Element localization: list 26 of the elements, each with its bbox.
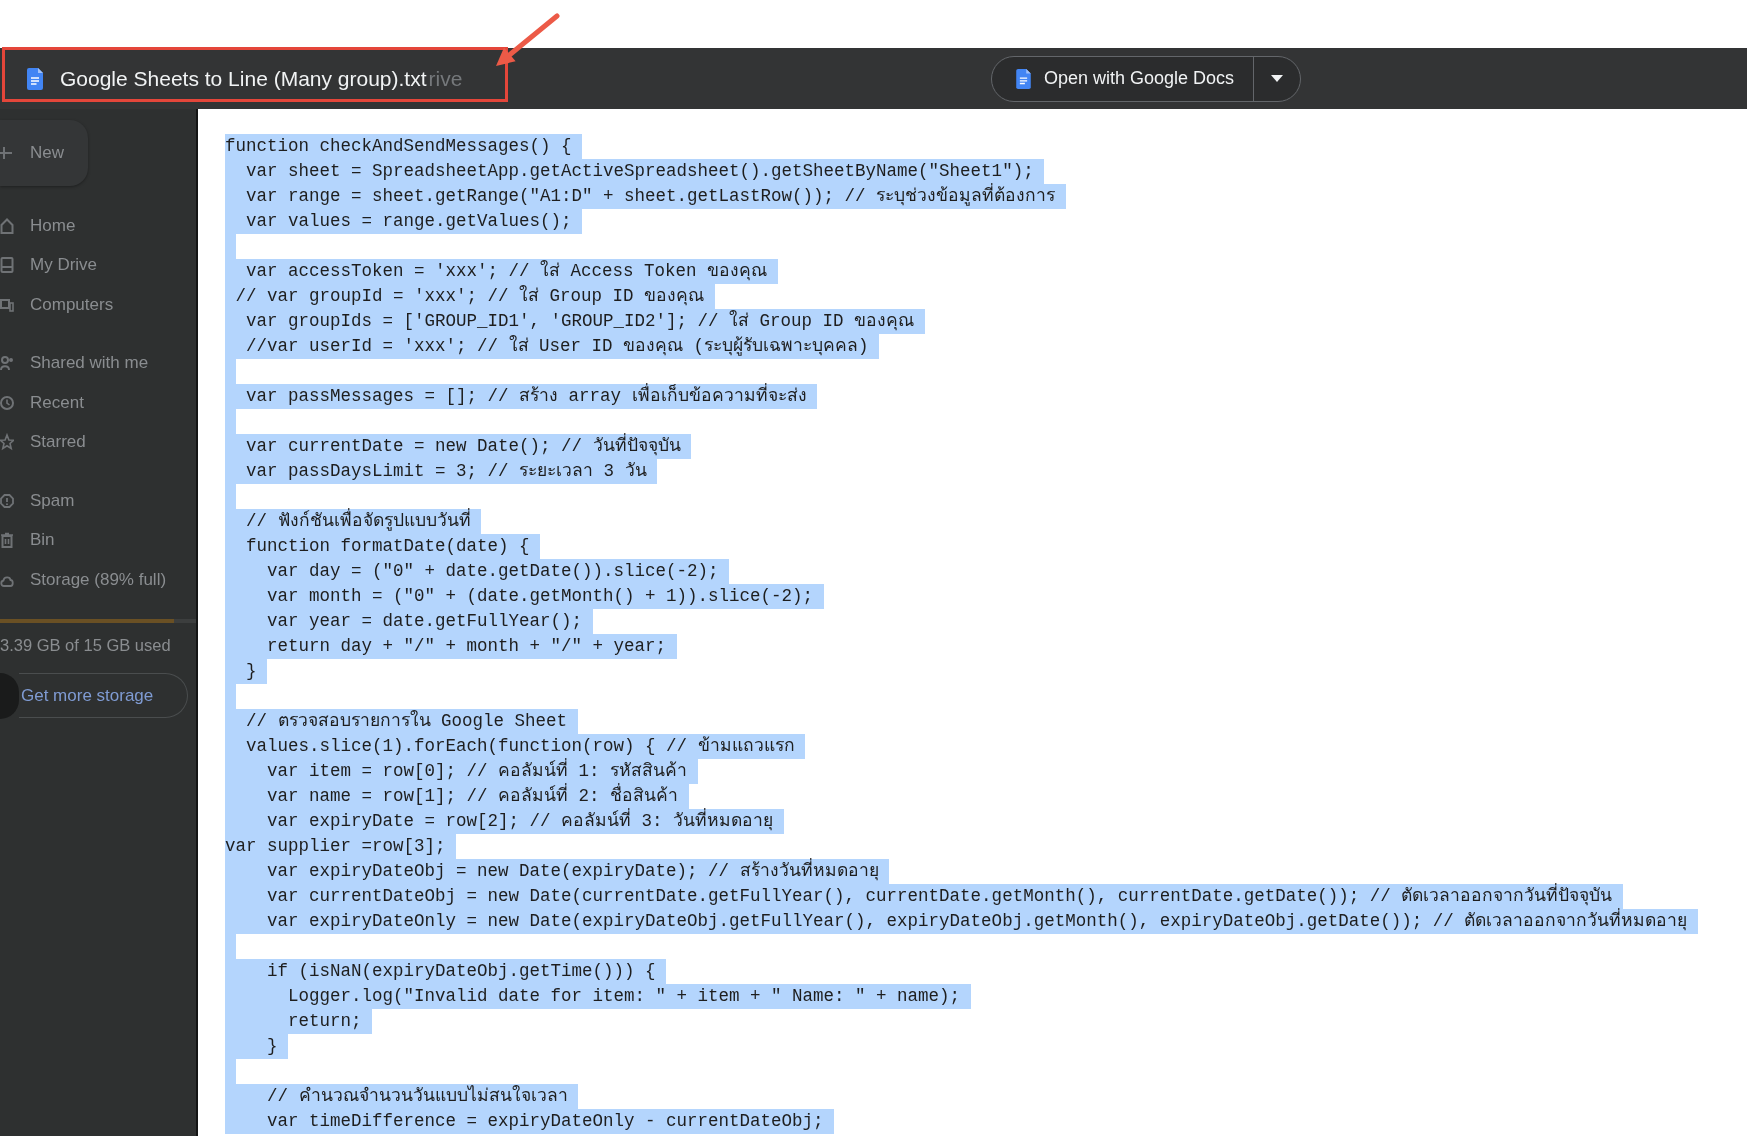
nav-item[interactable]: Starred bbox=[0, 422, 196, 462]
hard-drive-icon bbox=[0, 256, 14, 275]
background-text: rive bbox=[428, 66, 463, 91]
file-title: Google Sheets to Line (Many group).txt bbox=[60, 66, 427, 91]
document-icon bbox=[27, 67, 43, 90]
plus-icon bbox=[0, 146, 12, 160]
nav-item[interactable]: Shared with me bbox=[0, 343, 196, 383]
star-icon bbox=[0, 433, 14, 452]
nav-item[interactable]: Computers bbox=[0, 285, 196, 325]
document-icon bbox=[1016, 68, 1031, 89]
nav-item[interactable]: Recent bbox=[0, 383, 196, 423]
nav-item[interactable]: Storage (89% full) bbox=[0, 560, 196, 600]
nav-item[interactable]: Spam bbox=[0, 481, 196, 521]
storage-usage-text: 3.39 GB of 15 GB used bbox=[0, 634, 172, 656]
caret-icon bbox=[1271, 75, 1284, 82]
nav-item[interactable]: Bin bbox=[0, 520, 196, 560]
people-icon bbox=[0, 354, 14, 373]
clock-icon bbox=[0, 393, 14, 412]
annotation-arrow bbox=[496, 13, 560, 66]
home-icon bbox=[0, 216, 14, 235]
open-with-docs-button[interactable]: Open with Google Docs bbox=[992, 56, 1254, 101]
nav-item[interactable]: My Drive bbox=[0, 245, 196, 285]
trash-icon bbox=[0, 531, 14, 550]
new-button[interactable]: New bbox=[0, 120, 88, 186]
nav-item[interactable]: Home bbox=[0, 206, 196, 246]
alert-icon bbox=[0, 491, 14, 510]
